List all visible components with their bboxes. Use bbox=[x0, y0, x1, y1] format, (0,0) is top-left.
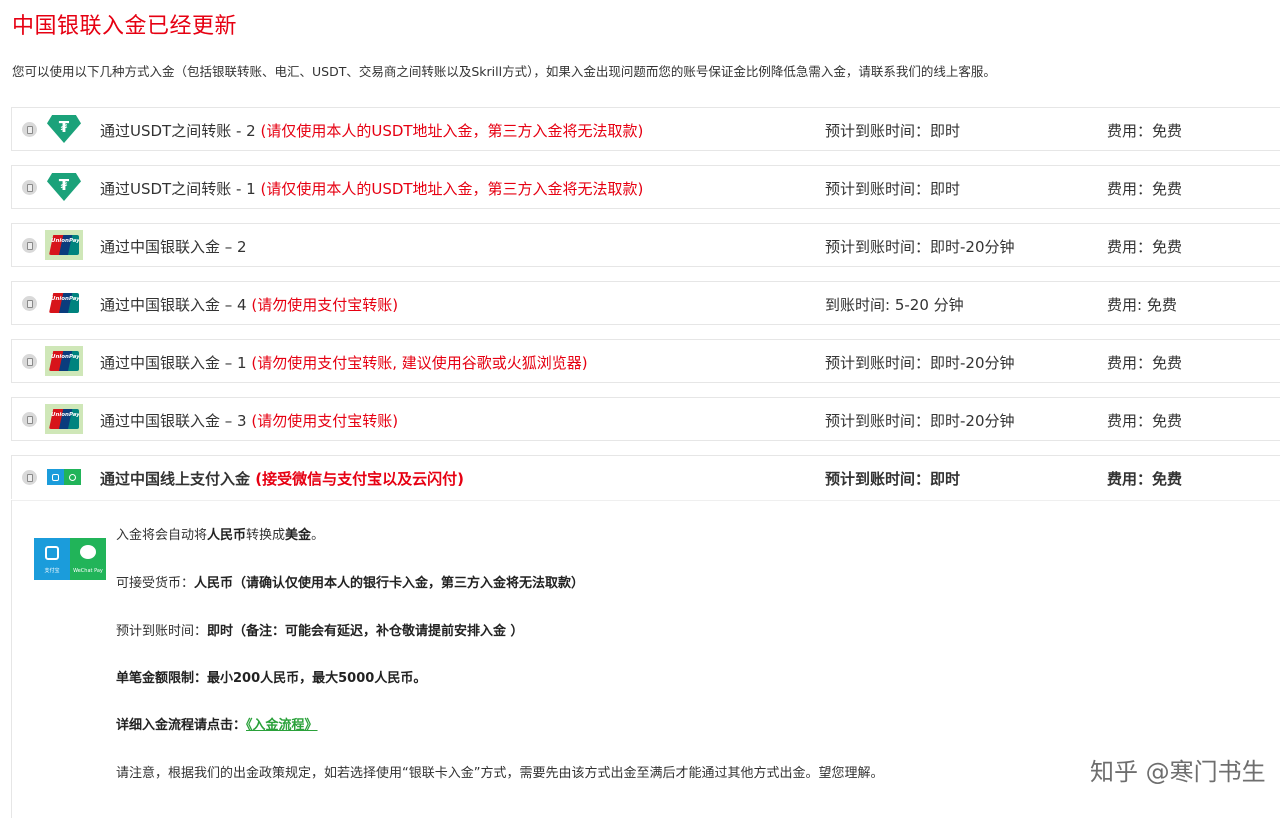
method-time: 预计到账时间：即时-20分钟 bbox=[825, 238, 1015, 256]
tether-icon: ₮ bbox=[45, 172, 83, 202]
unionpay-icon: UnionPay bbox=[45, 346, 83, 376]
method-row-unionpay-3[interactable]: UnionPay 通过中国银联入金 – 3 (请勿使用支付宝转账) 预计到账时间… bbox=[11, 397, 1280, 441]
unionpay-icon: UnionPay bbox=[45, 230, 83, 260]
method-time: 到账时间: 5-20 分钟 bbox=[825, 296, 964, 314]
deposit-method-list: ₮ 通过USDT之间转账 - 2 (请仅使用本人的USDT地址入金，第三方入金将… bbox=[11, 107, 1280, 499]
method-note: (请仅使用本人的USDT地址入金，第三方入金将无法取款) bbox=[260, 180, 644, 198]
method-fee: 费用：免费 bbox=[1107, 238, 1183, 256]
method-note: (接受微信与支付宝以及云闪付) bbox=[255, 470, 464, 488]
method-time: 预计到账时间：即时 bbox=[825, 122, 961, 140]
method-name: 通过USDT之间转账 - 2 (请仅使用本人的USDT地址入金，第三方入金将无法… bbox=[100, 122, 644, 140]
method-time: 预计到账时间：即时-20分钟 bbox=[825, 354, 1015, 372]
radio-button[interactable] bbox=[22, 412, 37, 427]
method-note: (请勿使用支付宝转账) bbox=[251, 296, 399, 314]
detail-conversion-note: 入金将会自动将人民币转换成美金。 bbox=[116, 528, 325, 543]
method-fee: 费用: 免费 bbox=[1107, 296, 1177, 314]
method-name: 通过中国银联入金 – 1 (请勿使用支付宝转账, 建议使用谷歌或火狐浏览器) bbox=[100, 354, 588, 372]
alipay-wechat-icon bbox=[45, 462, 83, 492]
detail-currency: 可接受货币：人民币（请确认仅使用本人的银行卡入金，第三方入金将无法取款） bbox=[116, 576, 585, 591]
radio-button[interactable] bbox=[22, 180, 37, 195]
unionpay-icon: UnionPay bbox=[45, 288, 83, 318]
watermark: 知乎 @寒门书生 bbox=[1090, 758, 1266, 786]
method-row-unionpay-2[interactable]: UnionPay 通过中国银联入金 – 2 预计到账时间：即时-20分钟 费用：… bbox=[11, 223, 1280, 267]
alipay-icon: 支付宝 bbox=[34, 538, 70, 580]
radio-button[interactable] bbox=[22, 238, 37, 253]
method-name: 通过中国银联入金 – 2 bbox=[100, 238, 247, 256]
method-time: 预计到账时间：即时 bbox=[825, 180, 961, 198]
method-name: 通过中国银联入金 – 3 (请勿使用支付宝转账) bbox=[100, 412, 399, 430]
radio-button[interactable] bbox=[22, 296, 37, 311]
radio-button[interactable] bbox=[22, 470, 37, 485]
method-time: 预计到账时间：即时 bbox=[825, 470, 961, 488]
method-note: (请勿使用支付宝转账) bbox=[251, 412, 399, 430]
method-fee: 费用：免费 bbox=[1107, 180, 1183, 198]
method-time: 预计到账时间：即时-20分钟 bbox=[825, 412, 1015, 430]
method-fee: 费用：免费 bbox=[1107, 354, 1183, 372]
method-fee: 费用：免费 bbox=[1107, 412, 1183, 430]
method-fee: 费用：免费 bbox=[1107, 470, 1183, 488]
method-row-unionpay-4[interactable]: UnionPay 通过中国银联入金 – 4 (请勿使用支付宝转账) 到账时间: … bbox=[11, 281, 1280, 325]
page-title: 中国银联入金已经更新 bbox=[12, 14, 238, 39]
method-fee: 费用：免费 bbox=[1107, 122, 1183, 140]
method-row-online-payment[interactable]: 通过中国线上支付入金 (接受微信与支付宝以及云闪付) 预计到账时间：即时 费用：… bbox=[11, 455, 1280, 499]
wechat-pay-icon: WeChat Pay bbox=[70, 538, 106, 580]
method-note: (请勿使用支付宝转账, 建议使用谷歌或火狐浏览器) bbox=[251, 354, 588, 372]
method-row-usdt-1[interactable]: ₮ 通过USDT之间转账 - 1 (请仅使用本人的USDT地址入金，第三方入金将… bbox=[11, 165, 1280, 209]
method-note: (请仅使用本人的USDT地址入金，第三方入金将无法取款) bbox=[260, 122, 644, 140]
radio-button[interactable] bbox=[22, 122, 37, 137]
method-name: 通过中国线上支付入金 (接受微信与支付宝以及云闪付) bbox=[100, 470, 464, 488]
intro-text: 您可以使用以下几种方式入金（包括银联转账、电汇、USDT、交易商之间转账以及Sk… bbox=[12, 64, 996, 79]
deposit-process-link[interactable]: 《入金流程》 bbox=[246, 718, 318, 733]
tether-icon: ₮ bbox=[45, 114, 83, 144]
method-row-unionpay-1[interactable]: UnionPay 通过中国银联入金 – 1 (请勿使用支付宝转账, 建议使用谷歌… bbox=[11, 339, 1280, 383]
radio-button[interactable] bbox=[22, 354, 37, 369]
detail-withdrawal-policy: 请注意，根据我们的出金政策规定，如若选择使用“银联卡入金”方式，需要先由该方式出… bbox=[116, 766, 884, 781]
detail-arrival-time: 预计到账时间：即时（备注：可能会有延迟，补仓敬请提前安排入金 ） bbox=[116, 624, 524, 639]
detail-amount-limit: 单笔金额限制：最小200人民币，最大5000人民币。 bbox=[116, 671, 427, 686]
detail-process-link-line: 详细入金流程请点击：《入金流程》 bbox=[116, 718, 318, 733]
alipay-wechat-logo: 支付宝 WeChat Pay bbox=[34, 538, 106, 580]
method-name: 通过中国银联入金 – 4 (请勿使用支付宝转账) bbox=[100, 296, 399, 314]
method-name: 通过USDT之间转账 - 1 (请仅使用本人的USDT地址入金，第三方入金将无法… bbox=[100, 180, 644, 198]
unionpay-icon: UnionPay bbox=[45, 404, 83, 434]
method-row-usdt-2[interactable]: ₮ 通过USDT之间转账 - 2 (请仅使用本人的USDT地址入金，第三方入金将… bbox=[11, 107, 1280, 151]
